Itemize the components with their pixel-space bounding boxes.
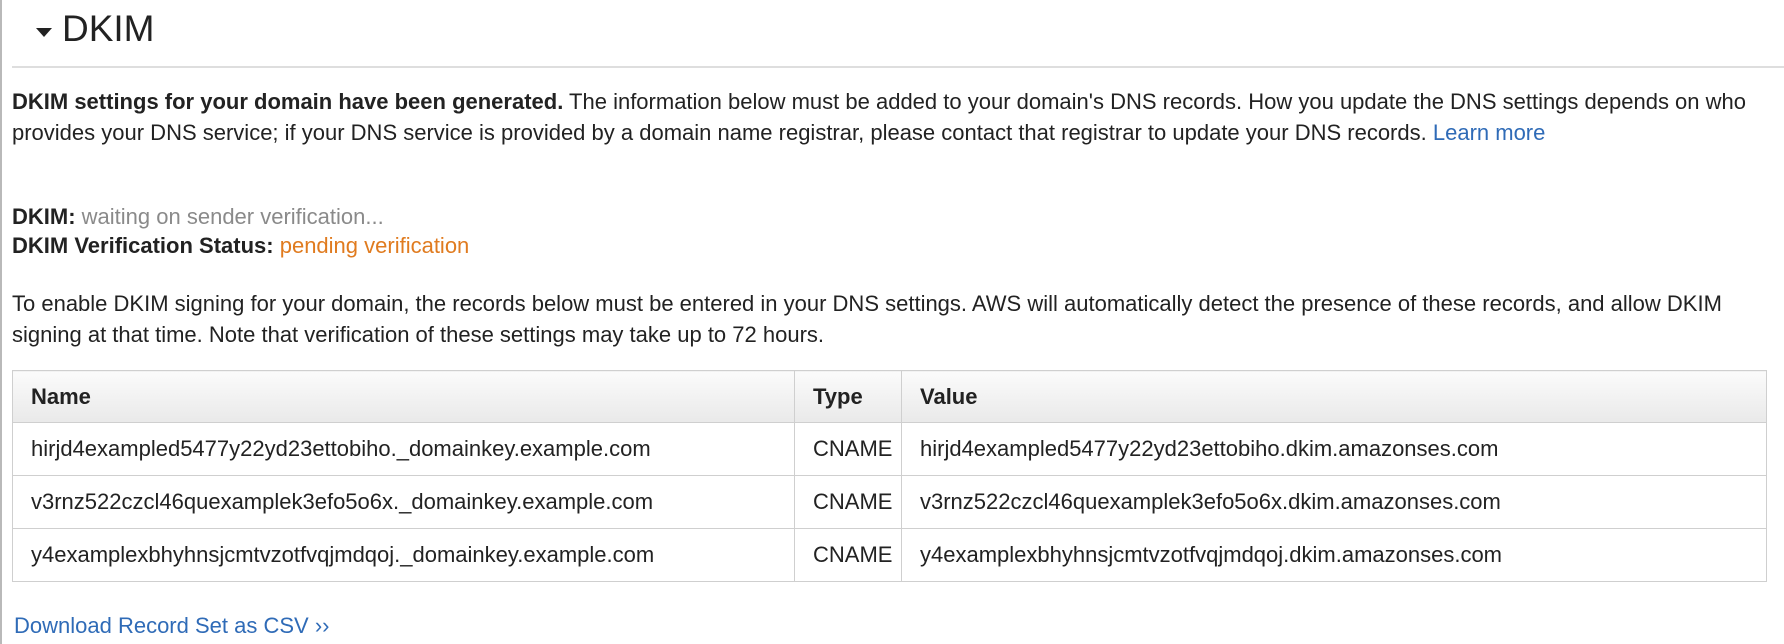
intro-bold-text: DKIM settings for your domain have been …: [12, 89, 564, 114]
column-header-value: Value: [901, 370, 1767, 423]
dkim-value: waiting on sender verification...: [81, 204, 384, 229]
section-header[interactable]: DKIM: [12, 0, 1784, 64]
instructions-paragraph: To enable DKIM signing for your domain, …: [12, 291, 1722, 347]
record-type-cell: CNAME: [794, 528, 902, 582]
dkim-label: DKIM:: [12, 204, 76, 229]
record-name-cell[interactable]: v3rnz522czcl46quexamplek3efo5o6x._domain…: [12, 475, 795, 529]
header-divider: [12, 66, 1784, 68]
table-row: hirjd4exampled5477y22yd23ettobiho._domai…: [12, 422, 1767, 476]
record-name-cell[interactable]: y4examplexbhyhnsjcmtvzotfvqjmdqoj._domai…: [12, 528, 795, 582]
record-value-cell[interactable]: y4examplexbhyhnsjcmtvzotfvqjmdqoj.dkim.a…: [901, 528, 1767, 582]
table-row: v3rnz522czcl46quexamplek3efo5o6x._domain…: [12, 475, 1767, 529]
section-title: DKIM: [62, 8, 155, 49]
column-header-type: Type: [794, 370, 902, 423]
column-header-name: Name: [12, 370, 795, 423]
record-value-cell[interactable]: hirjd4exampled5477y22yd23ettobiho.dkim.a…: [901, 422, 1767, 476]
caret-down-icon[interactable]: [34, 22, 54, 42]
verification-value: pending verification: [279, 233, 470, 258]
verification-status-line: DKIM Verification Status: pending verifi…: [12, 231, 469, 260]
record-value-cell[interactable]: v3rnz522czcl46quexamplek3efo5o6x.dkim.am…: [901, 475, 1767, 529]
intro-paragraph: DKIM settings for your domain have been …: [12, 86, 1774, 148]
dkim-panel: DKIM DKIM settings for your domain have …: [12, 0, 1784, 644]
table-row: y4examplexbhyhnsjcmtvzotfvqjmdqoj._domai…: [12, 528, 1767, 582]
record-type-cell: CNAME: [794, 475, 902, 529]
record-name-cell[interactable]: hirjd4exampled5477y22yd23ettobiho._domai…: [12, 422, 795, 476]
dns-records-table: Name Type Value hirjd4exampled5477y22yd2…: [12, 370, 1767, 582]
status-block: DKIM: waiting on sender verification... …: [12, 202, 469, 260]
panel-left-border: [0, 0, 2, 644]
dkim-status-line: DKIM: waiting on sender verification...: [12, 202, 469, 231]
table-header-row: Name Type Value: [12, 370, 1767, 423]
verification-label: DKIM Verification Status:: [12, 233, 274, 258]
learn-more-link[interactable]: Learn more: [1433, 120, 1546, 145]
record-type-cell: CNAME: [794, 422, 902, 476]
download-csv-link[interactable]: Download Record Set as CSV ››: [14, 612, 329, 640]
